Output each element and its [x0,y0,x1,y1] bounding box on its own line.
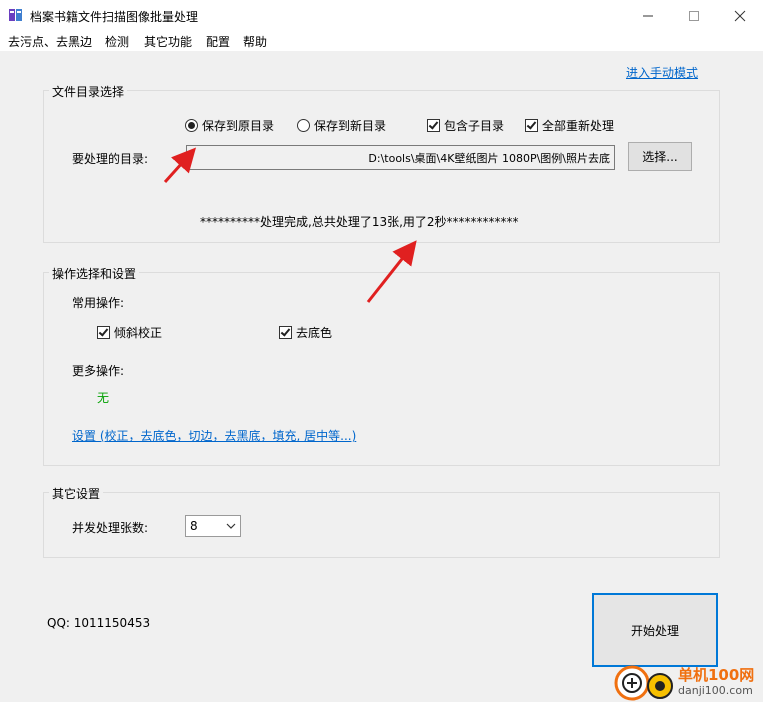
annotation-arrows [163,147,417,303]
arrow-to-radio [163,147,197,184]
watermark-cn: 单机100网 [678,666,755,684]
watermark-url: danji100.com [678,684,753,697]
watermark-logo-icon [614,665,673,701]
arrow-to-status [366,240,417,303]
